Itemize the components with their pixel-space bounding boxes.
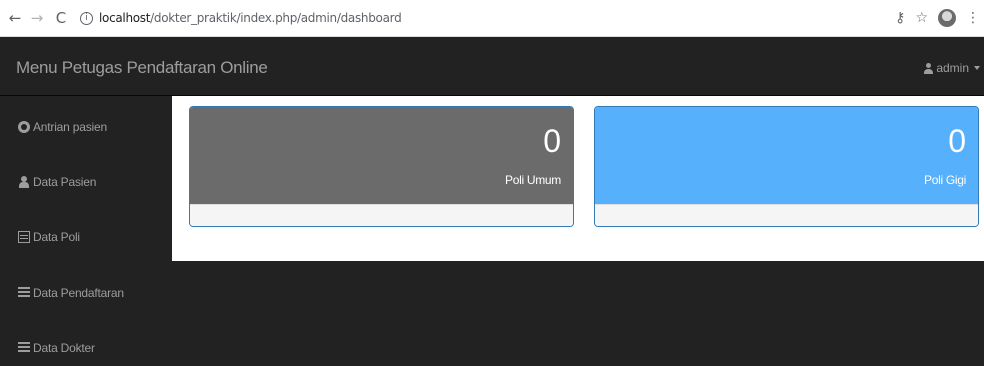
user-name: admin (936, 61, 969, 75)
book-icon (18, 231, 30, 243)
info-icon[interactable]: i (80, 11, 93, 25)
panel-count: 0 (543, 123, 561, 159)
sidebar: Antrian pasien Data Pasien Data Poli Dat… (0, 96, 172, 366)
back-arrow-icon[interactable]: ← (4, 7, 26, 29)
reload-icon[interactable]: C (50, 7, 72, 29)
sidebar-item-data-dokter[interactable]: Data Dokter (18, 341, 95, 355)
dashboard-icon (18, 121, 30, 133)
list-icon (18, 342, 30, 354)
main-content: 0 Poli Umum 0 Poli Gigi (172, 96, 984, 261)
sidebar-item-label: Antrian pasien (33, 120, 107, 134)
sidebar-item-data-pasien[interactable]: Data Pasien (18, 175, 96, 189)
panel-heading: 0 Poli Umum (190, 107, 573, 204)
brand-title[interactable]: Menu Petugas Pendaftaran Online (16, 58, 268, 78)
url-text[interactable]: localhost/dokter_praktik/index.php/admin… (99, 11, 402, 25)
panel-poli-gigi[interactable]: 0 Poli Gigi (594, 106, 979, 227)
star-icon[interactable]: ☆ (915, 10, 928, 26)
user-dropdown[interactable]: admin (924, 61, 980, 75)
menu-dots-icon[interactable]: ⋮ (966, 10, 980, 26)
panel-footer[interactable] (595, 204, 978, 226)
panel-label: Poli Umum (505, 173, 561, 187)
browser-toolbar: ← → C i localhost/dokter_praktik/index.p… (0, 0, 984, 37)
user-icon (924, 62, 934, 74)
key-icon[interactable]: ⚷ (895, 10, 905, 26)
sidebar-item-label: Data Poli (33, 230, 80, 244)
panel-poli-umum[interactable]: 0 Poli Umum (189, 106, 574, 227)
caret-down-icon (974, 66, 980, 70)
sidebar-item-label: Data Pendaftaran (33, 286, 124, 300)
sidebar-item-label: Data Pasien (33, 175, 97, 189)
panel-label: Poli Gigi (924, 173, 966, 187)
profile-avatar-icon[interactable] (938, 9, 956, 27)
user-icon (18, 176, 30, 188)
top-navbar: Menu Petugas Pendaftaran Online admin (0, 37, 984, 96)
panel-count: 0 (948, 123, 966, 159)
sidebar-item-label: Data Dokter (33, 341, 95, 355)
forward-arrow-icon[interactable]: → (26, 7, 48, 29)
sidebar-item-data-pendaftaran[interactable]: Data Pendaftaran (18, 286, 124, 300)
list-icon (18, 287, 30, 299)
panel-heading: 0 Poli Gigi (595, 107, 978, 204)
sidebar-item-data-poli[interactable]: Data Poli (18, 230, 80, 244)
sidebar-item-antrian-pasien[interactable]: Antrian pasien (18, 120, 107, 134)
address-bar[interactable]: i localhost/dokter_praktik/index.php/adm… (80, 5, 895, 31)
panel-footer[interactable] (190, 204, 573, 226)
